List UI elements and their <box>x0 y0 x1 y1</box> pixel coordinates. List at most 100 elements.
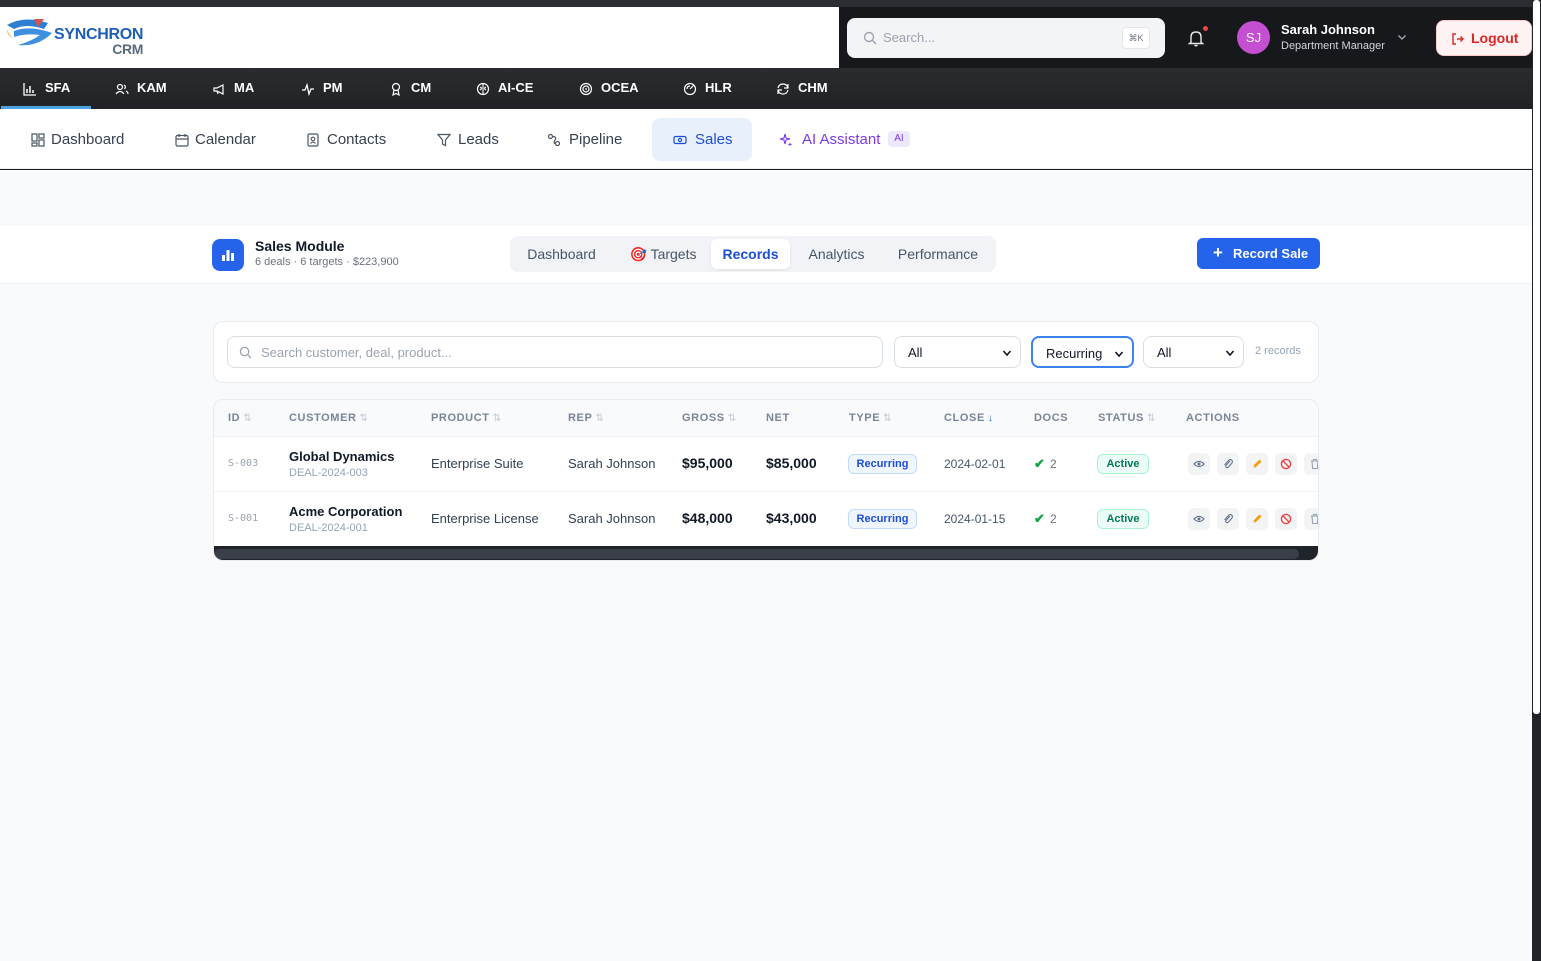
cell-rep: Sarah Johnson <box>568 511 656 526</box>
delete-button[interactable] <box>1304 453 1318 475</box>
col-gross[interactable]: GROSS ⇅ <box>682 412 737 424</box>
filter-icon <box>437 133 451 147</box>
module-label: SFA <box>45 80 71 95</box>
tab-performance[interactable]: Performance <box>885 239 991 269</box>
pencil-icon <box>1253 514 1262 523</box>
bar-chart-icon <box>23 83 36 96</box>
table-horizontal-scrollbar[interactable] <box>214 546 1318 560</box>
ai-badge: AI <box>888 131 910 147</box>
module-label: HLR <box>705 80 732 95</box>
nav-dashboard[interactable]: Dashboard <box>20 118 140 161</box>
search-shortcut: ⌘K <box>1122 27 1150 49</box>
col-type[interactable]: TYPE ⇅ <box>849 412 892 424</box>
docs-check-icon: ✔ <box>1034 511 1045 526</box>
scrollbar-thumb[interactable] <box>214 549 1299 559</box>
search-placeholder: Search... <box>883 30 936 45</box>
delete-button[interactable] <box>1304 508 1318 530</box>
filter-select-3[interactable]: All <box>1143 336 1244 368</box>
col-id[interactable]: ID ⇅ <box>228 412 252 424</box>
nav-sales[interactable]: Sales <box>652 118 752 161</box>
module-label: OCEA <box>601 80 639 95</box>
record-sale-label: Record Sale <box>1233 246 1309 261</box>
chevron-down-icon <box>1114 351 1124 358</box>
col-rep[interactable]: REP ⇅ <box>568 412 604 424</box>
pencil-icon <box>1253 459 1262 468</box>
user-name[interactable]: Sarah Johnson <box>1281 22 1375 37</box>
cell-close: 2024-02-01 <box>944 457 1006 471</box>
view-button[interactable] <box>1188 508 1210 530</box>
trash-icon <box>1311 458 1318 470</box>
megaphone-icon <box>213 84 224 95</box>
top-header: SYNCHRON CRM Search... ⌘K SJ Sarah Johns… <box>0 0 1541 68</box>
attach-button[interactable] <box>1217 508 1239 530</box>
module-label: CHM <box>798 80 828 95</box>
select-value: All <box>908 345 923 360</box>
refresh-icon <box>777 83 789 95</box>
view-button[interactable] <box>1188 453 1210 475</box>
search-placeholder: Search customer, deal, product... <box>261 345 452 360</box>
cancel-deal-button[interactable] <box>1275 453 1297 475</box>
cell-id: S-001 <box>228 513 259 524</box>
sales-module-icon <box>212 239 244 271</box>
module-nav: SFA KAM MA PM CM AI-CE OCEA HLR CHM <box>0 68 1532 109</box>
cell-gross: $48,000 <box>682 510 733 526</box>
select-value: Recurring <box>1046 346 1103 361</box>
main-content <box>0 170 1532 961</box>
col-status[interactable]: STATUS ⇅ <box>1098 412 1156 424</box>
table-row[interactable]: S-003 Global Dynamics DEAL-2024-003 Ente… <box>214 437 1318 492</box>
tab-targets[interactable]: 🎯 Targets <box>616 239 710 269</box>
prohibited-icon <box>1280 513 1292 525</box>
user-role: Department Manager <box>1281 40 1385 52</box>
page-vertical-scrollbar[interactable] <box>1532 0 1541 961</box>
cell-product: Enterprise License <box>431 511 539 526</box>
attach-button[interactable] <box>1217 453 1239 475</box>
docs-check-icon: ✔ <box>1034 456 1045 471</box>
nav-label: Leads <box>458 131 499 148</box>
logout-icon <box>1452 33 1464 45</box>
filter-select-1[interactable]: All <box>894 336 1021 368</box>
col-customer[interactable]: CUSTOMER ⇅ <box>289 412 369 424</box>
nav-label: Dashboard <box>51 131 125 148</box>
tab-analytics[interactable]: Analytics <box>794 239 879 269</box>
edit-button[interactable] <box>1246 453 1268 475</box>
tab-records[interactable]: Records <box>711 239 790 269</box>
search-icon <box>239 346 252 359</box>
cell-customer: Acme Corporation <box>289 504 403 519</box>
nav-calendar[interactable]: Calendar <box>164 118 268 161</box>
cell-close: 2024-01-15 <box>944 512 1006 526</box>
scrollbar-thumb[interactable] <box>1533 0 1540 714</box>
page-title: Sales Module <box>255 238 345 254</box>
global-search-input[interactable]: Search... ⌘K <box>847 18 1165 58</box>
record-sale-button[interactable]: + Record Sale <box>1197 238 1320 269</box>
status-badge: Active <box>1097 454 1149 474</box>
brand-name: SYNCHRON CRM <box>54 26 144 57</box>
type-filter-select[interactable]: Recurring <box>1031 336 1134 368</box>
status-badge: Active <box>1097 509 1149 529</box>
notification-dot <box>1202 25 1209 32</box>
brand-logo-icon <box>6 19 52 47</box>
cell-net: $85,000 <box>766 455 817 471</box>
logout-button[interactable]: Logout <box>1436 20 1532 56</box>
avatar[interactable]: SJ <box>1237 21 1270 54</box>
col-product[interactable]: PRODUCT ⇅ <box>431 412 502 424</box>
nav-leads[interactable]: Leads <box>426 118 510 161</box>
cell-docs: 2 <box>1050 512 1057 526</box>
page-subtitle: 6 deals · 6 targets · $223,900 <box>255 256 399 268</box>
col-close[interactable]: CLOSE ↓ <box>944 412 994 424</box>
nav-contacts[interactable]: Contacts <box>295 118 400 161</box>
brand-sub: CRM <box>112 41 144 57</box>
cell-product: Enterprise Suite <box>431 456 524 471</box>
records-search-input[interactable]: Search customer, deal, product... <box>227 336 883 368</box>
logo-area: SYNCHRON CRM <box>0 7 839 68</box>
table-row[interactable]: S-001 Acme Corporation DEAL-2024-001 Ent… <box>214 492 1318 547</box>
module-label: AI-CE <box>498 80 534 95</box>
edit-button[interactable] <box>1246 508 1268 530</box>
nav-pipeline[interactable]: Pipeline <box>536 118 636 161</box>
tab-dashboard[interactable]: Dashboard <box>514 239 609 269</box>
cell-id: S-003 <box>228 458 259 469</box>
cell-deal: DEAL-2024-003 <box>289 467 368 479</box>
chevron-down-icon[interactable] <box>1396 31 1408 43</box>
grid-icon <box>31 133 45 147</box>
cell-customer: Global Dynamics <box>289 449 395 464</box>
cancel-deal-button[interactable] <box>1275 508 1297 530</box>
